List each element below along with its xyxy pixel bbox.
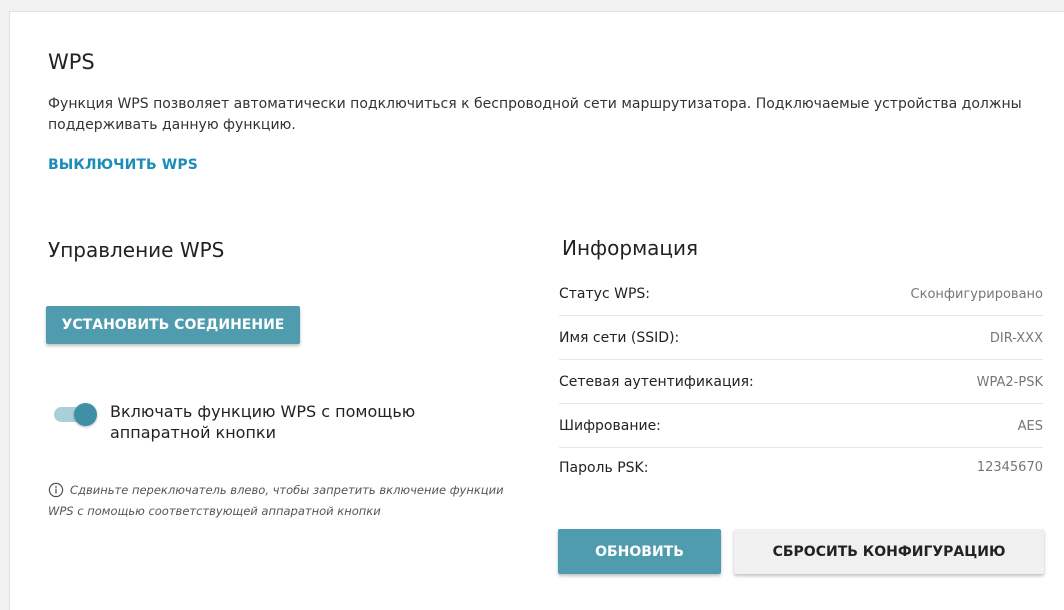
management-title: Управление WPS (48, 238, 225, 262)
hardware-button-toggle[interactable] (54, 401, 97, 429)
info-value: AES (1017, 418, 1043, 434)
info-label: Статус WPS: (559, 286, 650, 302)
info-value: 12345670 (976, 460, 1043, 475)
refresh-button[interactable]: ОБНОВИТЬ (558, 529, 721, 574)
info-label: Пароль PSK: (559, 459, 649, 476)
info-label: Сетевая аутентификация: (559, 374, 754, 390)
info-title: Информация (562, 236, 699, 260)
info-row-wps-status: Статус WPS: Сконфигурировано (559, 273, 1043, 316)
page-title: WPS (48, 50, 95, 74)
info-row-psk: Пароль PSK: 12345670 (559, 446, 1043, 489)
disable-wps-link[interactable]: ВЫКЛЮЧИТЬ WPS (48, 157, 198, 173)
hint-text: Сдвиньте переключатель влево, чтобы запр… (48, 483, 504, 518)
wps-description: Функция WPS позволяет автоматически подк… (48, 96, 1022, 133)
info-value: WPA2-PSK (976, 374, 1043, 390)
info-row-ssid: Имя сети (SSID): DIR-XXX (559, 317, 1043, 360)
reset-configuration-button[interactable]: СБРОСИТЬ КОНФИГУРАЦИЮ (734, 529, 1044, 574)
info-value: DIR-XXX (989, 330, 1043, 346)
info-row-encryption: Шифрование: AES (559, 405, 1043, 448)
info-row-auth: Сетевая аутентификация: WPA2-PSK (559, 361, 1043, 404)
toggle-knob (74, 403, 97, 426)
info-label: Шифрование: (559, 418, 661, 434)
info-label: Имя сети (SSID): (559, 330, 680, 346)
establish-connection-button[interactable]: УСТАНОВИТЬ СОЕДИНЕНИЕ (46, 306, 300, 344)
wps-card: WPS Функция WPS позволяет автоматически … (9, 11, 1064, 610)
info-value: Сконфигурировано (910, 286, 1043, 302)
toggle-label: Включать функцию WPS с помощью аппаратно… (110, 402, 416, 442)
